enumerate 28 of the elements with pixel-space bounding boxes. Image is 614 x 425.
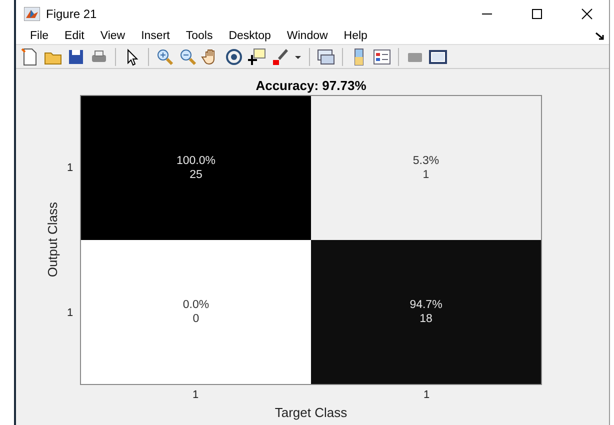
row-tick-label: 1 (66, 162, 74, 174)
x-axis-label: Target Class (274, 405, 348, 422)
menu-item[interactable]: Help (336, 30, 376, 42)
menu-item[interactable]: Desktop (220, 30, 279, 42)
close-icon (581, 8, 593, 20)
column-tick-label: 1 (423, 389, 430, 401)
app-logo-icon (24, 7, 40, 21)
dock-arrow-icon[interactable] (595, 31, 605, 42)
window-title: Figure 21 (46, 7, 98, 21)
y-axis-label: Output Class (45, 202, 60, 278)
data-cursor-icon[interactable] (247, 46, 267, 67)
menu-item[interactable]: Tools (178, 30, 221, 42)
menu-item[interactable]: Window (278, 30, 336, 42)
maximize-icon (531, 8, 543, 20)
column-tick-label: 1 (192, 389, 199, 401)
menu-item[interactable]: File (22, 30, 57, 42)
brush-icon[interactable] (270, 46, 290, 67)
menu-item[interactable]: Edit (56, 30, 92, 42)
row-tick-label: 1 (66, 306, 74, 318)
matrix-cell: 94.7% 18 (311, 240, 541, 384)
matrix-cell: 100.0% 25 (81, 96, 311, 240)
zoom-in-icon[interactable] (155, 46, 175, 67)
menu-item[interactable]: Insert (133, 30, 178, 42)
matrix-cell: 0.0% 0 (81, 240, 311, 384)
plot-title: Accuracy: 97.73% (254, 78, 368, 95)
legend-icon[interactable] (372, 46, 392, 67)
zoom-out-icon[interactable] (178, 46, 198, 67)
menu-item[interactable]: View (92, 30, 134, 42)
